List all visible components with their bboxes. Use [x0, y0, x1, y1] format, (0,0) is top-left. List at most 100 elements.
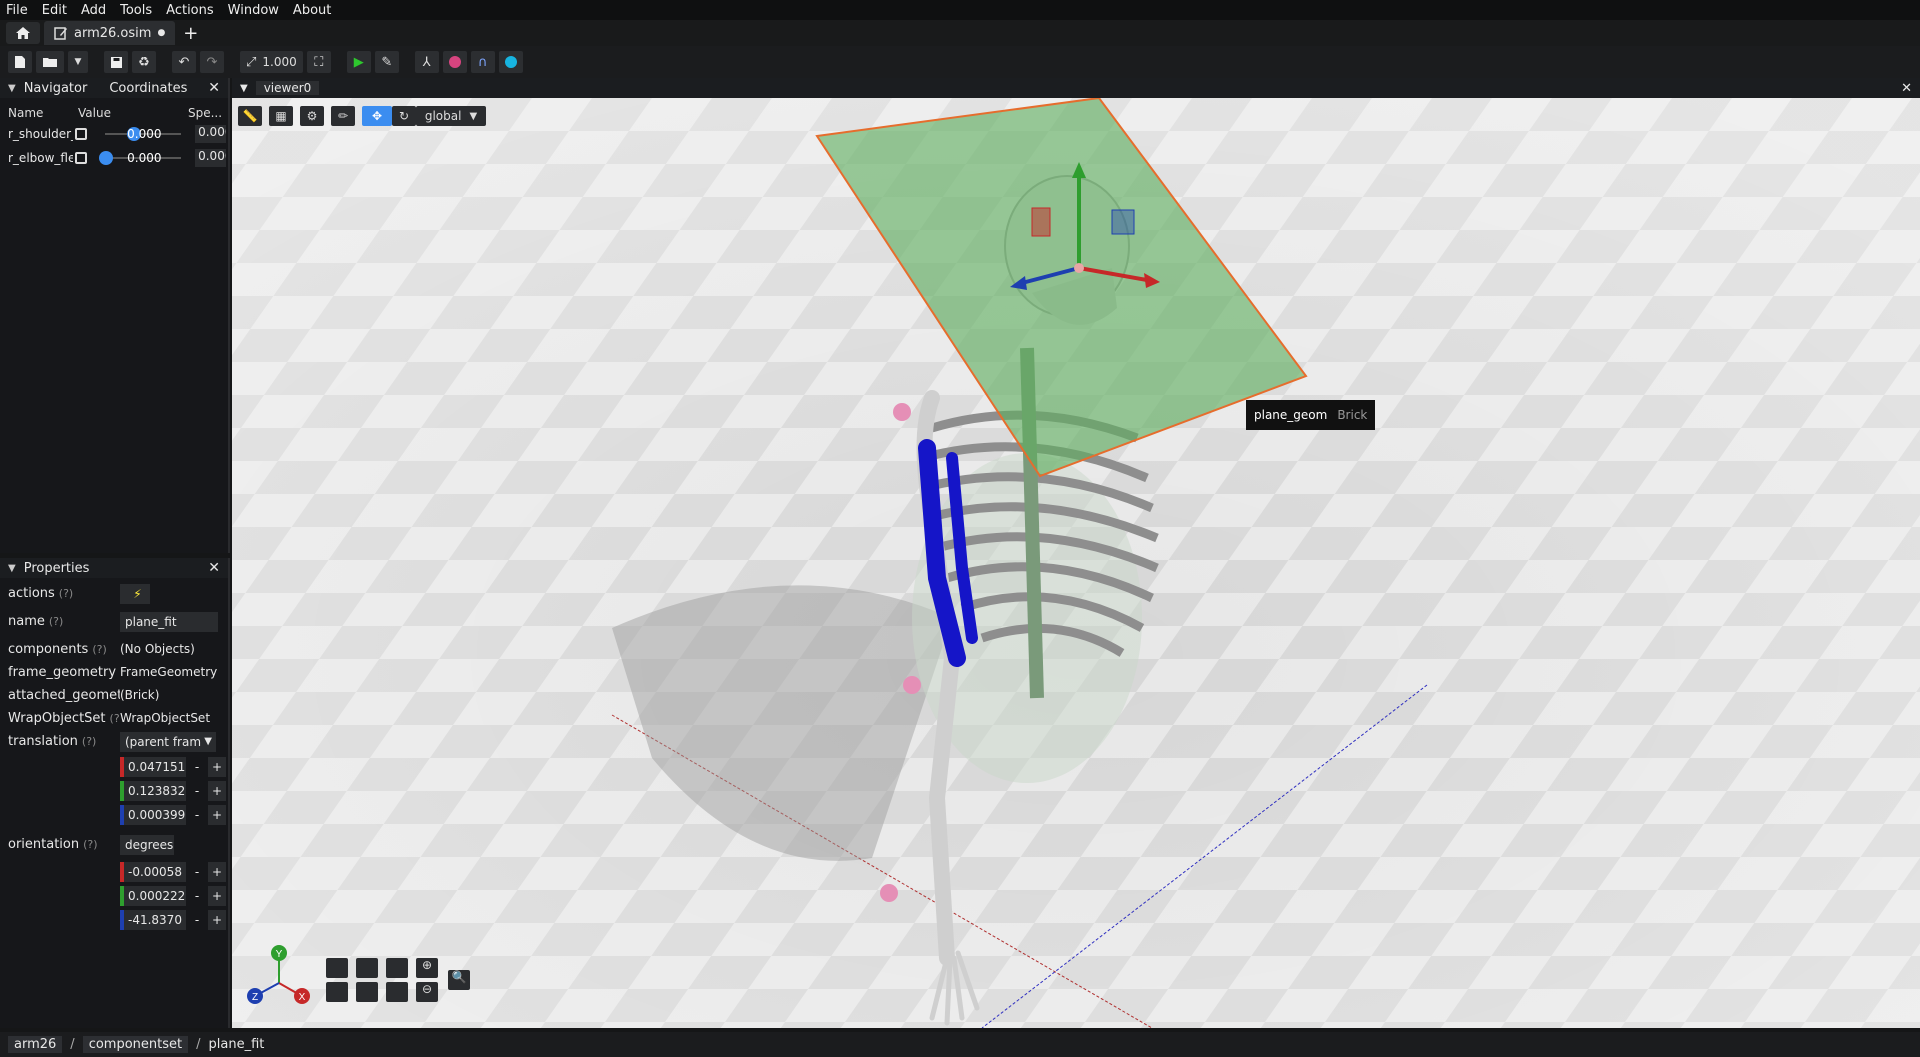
help-marker[interactable]: (?)	[92, 643, 106, 656]
undo-button[interactable]: ↶	[172, 51, 196, 73]
coordinate-value-slider[interactable]: 0.000	[87, 125, 189, 143]
increment-button[interactable]: +	[208, 886, 226, 906]
save-button[interactable]	[104, 51, 128, 73]
help-marker[interactable]: (?)	[59, 587, 73, 600]
rotate-mode-button[interactable]: ↻	[392, 106, 416, 126]
name-input[interactable]: plane_fit	[120, 612, 218, 632]
menu-actions[interactable]: Actions	[166, 3, 214, 18]
view-back-button[interactable]	[386, 982, 408, 1002]
decrement-button[interactable]: -	[188, 805, 206, 825]
menu-window[interactable]: Window	[228, 3, 279, 18]
gizmo-xy-plane[interactable]	[1111, 209, 1135, 235]
increment-button[interactable]: +	[208, 757, 226, 777]
settings-button[interactable]: ⚙	[300, 106, 324, 126]
help-marker[interactable]: (?)	[110, 712, 120, 725]
unlock-icon[interactable]	[75, 128, 88, 140]
scene-options-button[interactable]: ▦	[269, 106, 293, 126]
translation-z-input[interactable]: 0.000399	[124, 805, 186, 825]
tab-coordinates[interactable]: Coordinates	[109, 81, 187, 96]
prop-wrap-object-set: WrapObjectSet(?) WrapObjectSet	[0, 707, 228, 730]
orientation-x-input[interactable]: -0.00058	[124, 862, 186, 882]
tab-navigator[interactable]: Navigator	[24, 81, 88, 96]
help-marker[interactable]: (?)	[49, 615, 63, 628]
open-file-button[interactable]	[36, 51, 64, 73]
toggle-markers-button[interactable]	[442, 51, 467, 73]
breadcrumb-item[interactable]: componentset	[82, 1036, 189, 1053]
decrement-button[interactable]: -	[188, 886, 206, 906]
3d-viewport[interactable]: Y X Z 📏 ▦ ⚙ ✏ ✥ ↻ global ▼ ⊕ ⊖ 🔍	[232, 98, 1920, 1028]
zoom-out-button[interactable]: ⊖	[416, 982, 438, 1002]
recent-files-dropdown[interactable]: ▼	[68, 51, 88, 73]
coordinate-speed-input[interactable]: 0.000	[195, 149, 227, 167]
close-icon[interactable]: ✕	[1901, 81, 1912, 96]
collapse-icon[interactable]: ▼	[240, 83, 248, 94]
view-front-button[interactable]	[386, 958, 408, 978]
tab-viewer0[interactable]: viewer0	[255, 81, 320, 95]
column-speed: Spe...	[188, 106, 223, 120]
orientation-y-input[interactable]: 0.000222	[124, 886, 186, 906]
gizmo-yz-plane[interactable]	[1031, 207, 1051, 237]
menu-file[interactable]: File	[6, 3, 28, 18]
frame-mode-dropdown[interactable]: global ▼	[416, 106, 486, 126]
help-marker[interactable]: (?)	[82, 735, 96, 748]
collapse-icon[interactable]: ▼	[8, 563, 16, 574]
orientation-z-input[interactable]: -41.8370	[124, 910, 186, 930]
wrap-value[interactable]: WrapObjectSet	[120, 707, 210, 725]
increment-button[interactable]: +	[208, 910, 226, 930]
unlock-icon[interactable]	[75, 152, 88, 164]
marker-shoulder[interactable]	[893, 403, 911, 421]
increment-button[interactable]: +	[208, 805, 226, 825]
viewer-tab-bar: ▼ viewer0 ✕	[232, 78, 1920, 98]
coordinate-value-slider[interactable]: 0.000	[87, 149, 189, 167]
frame-geometry-value[interactable]: FrameGeometry	[120, 661, 217, 679]
decrement-button[interactable]: -	[188, 910, 206, 930]
attached-geometry-value[interactable]: (Brick)	[120, 684, 159, 702]
view-right-button[interactable]	[326, 982, 348, 1002]
collapse-icon[interactable]: ▼	[8, 83, 16, 94]
annotate-button[interactable]: ✏	[331, 106, 355, 126]
decrement-button[interactable]: -	[188, 781, 206, 801]
autoscale-button[interactable]: ⛶	[306, 51, 331, 73]
close-icon[interactable]: ✕	[208, 80, 220, 96]
close-icon[interactable]: ✕	[208, 560, 220, 576]
translation-frame-select[interactable]: (parent fram ▼	[120, 732, 216, 752]
edit-model-button[interactable]: ✎	[374, 51, 399, 73]
help-marker[interactable]: (?)	[83, 838, 97, 851]
3d-scene[interactable]: Y X Z	[232, 98, 1920, 1028]
home-tab-button[interactable]	[6, 22, 40, 44]
breadcrumb-item[interactable]: arm26	[8, 1036, 63, 1053]
zoom-in-button[interactable]: ⊕	[416, 958, 438, 978]
orientation-unit-button[interactable]: degrees	[120, 835, 174, 855]
ruler-button[interactable]: 📏	[238, 106, 262, 126]
translate-mode-button[interactable]: ✥	[362, 106, 392, 126]
translation-y-input[interactable]: 0.123832	[124, 781, 186, 801]
translation-x-input[interactable]: 0.047151	[124, 757, 186, 777]
menu-about[interactable]: About	[293, 3, 331, 18]
view-left-button[interactable]	[326, 958, 348, 978]
play-simulation-button[interactable]: ▶	[346, 51, 371, 73]
redo-button[interactable]: ↷	[200, 51, 224, 73]
menu-edit[interactable]: Edit	[42, 3, 67, 18]
increment-button[interactable]: +	[208, 781, 226, 801]
view-bottom-button[interactable]	[356, 982, 378, 1002]
new-file-button[interactable]	[8, 51, 32, 73]
slider-thumb[interactable]	[99, 151, 114, 165]
toggle-frames-button[interactable]: ⅄	[414, 51, 439, 73]
add-tab-button[interactable]: +	[183, 23, 198, 44]
autofocus-button[interactable]: 🔍	[448, 970, 470, 990]
view-top-button[interactable]	[356, 958, 378, 978]
actions-button[interactable]: ⚡	[120, 584, 150, 604]
reload-button[interactable]: ♻	[132, 51, 156, 73]
menu-add[interactable]: Add	[81, 3, 106, 18]
scale-factor-control[interactable]: ⤢ 1.000	[240, 51, 303, 73]
increment-button[interactable]: +	[208, 862, 226, 882]
marker-elbow[interactable]	[903, 676, 921, 694]
toggle-wrap-button[interactable]: ∩	[470, 51, 495, 73]
toggle-contacts-button[interactable]	[498, 51, 523, 73]
menu-tools[interactable]: Tools	[120, 3, 152, 18]
file-tab[interactable]: arm26.osim ●	[44, 21, 176, 45]
decrement-button[interactable]: -	[188, 862, 206, 882]
coordinate-speed-input[interactable]: 0.000	[195, 125, 227, 143]
marker-wrist[interactable]	[880, 884, 898, 902]
decrement-button[interactable]: -	[188, 757, 206, 777]
